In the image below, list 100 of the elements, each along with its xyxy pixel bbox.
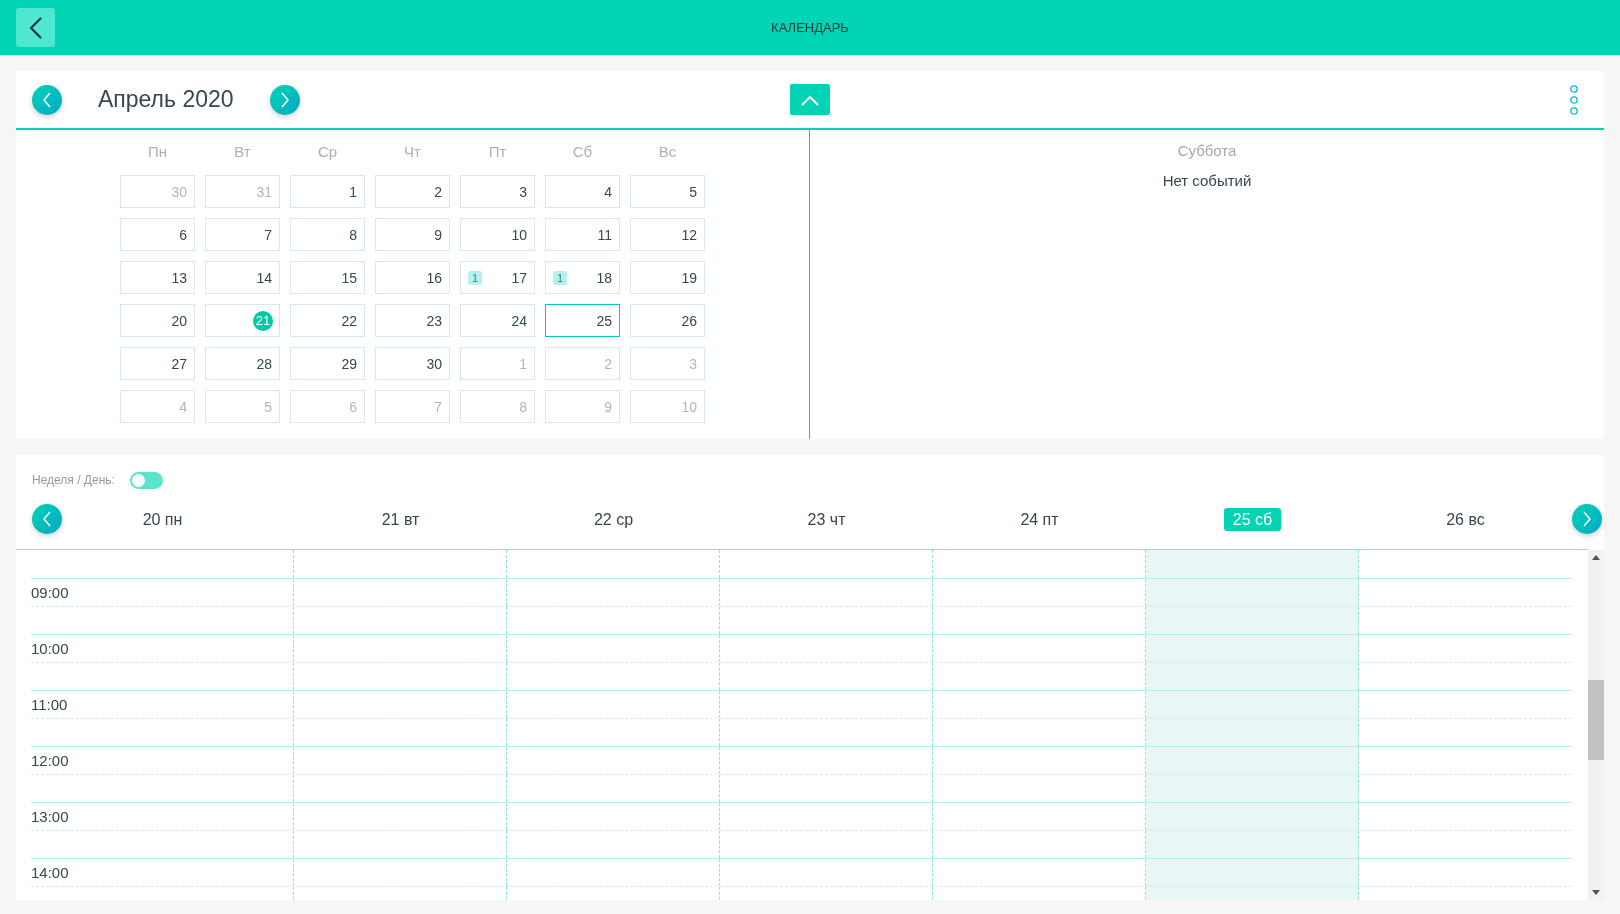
page-title: КАЛЕНДАРЬ [770, 20, 850, 35]
day-number: 7 [264, 226, 272, 243]
day-cell[interactable]: 6 [120, 218, 195, 251]
chevron-left-icon [42, 511, 52, 527]
day-cell[interactable]: 4 [545, 175, 620, 208]
time-label: 13:00 [31, 808, 69, 825]
day-header[interactable]: 21 вт [372, 507, 429, 531]
scrollbar[interactable] [1588, 550, 1604, 900]
time-label: 10:00 [31, 640, 69, 657]
day-header[interactable]: 24 пт [1011, 507, 1068, 531]
day-cell[interactable]: 30 [375, 347, 450, 380]
day-number: 13 [171, 269, 187, 286]
chevron-up-icon [800, 93, 820, 106]
more-icon[interactable] [1569, 84, 1579, 115]
event-count-badge: 1 [468, 270, 483, 285]
empty-message: Нет событий [1162, 172, 1252, 189]
day-number: 1 [519, 355, 527, 372]
back-button[interactable] [16, 8, 55, 47]
weekday-label: Чт [403, 142, 422, 162]
previous-week-button[interactable] [32, 504, 62, 534]
day-cell[interactable]: 26 [630, 304, 705, 337]
time-label: 09:00 [31, 584, 69, 601]
day-header[interactable]: 26 вс [1437, 507, 1494, 531]
day-cell[interactable]: 16 [375, 261, 450, 294]
weekday-label: Вс [657, 142, 678, 162]
day-cell[interactable]: 22 [290, 304, 365, 337]
next-week-button[interactable] [1572, 504, 1602, 534]
day-number: 3 [519, 183, 527, 200]
day-number: 14 [256, 269, 272, 286]
time-label: 11:00 [31, 696, 68, 713]
day-number: 27 [171, 355, 187, 372]
day-cell[interactable]: 23 [375, 304, 450, 337]
day-cell[interactable]: 29 [290, 347, 365, 380]
day-cell[interactable]: 12 [630, 218, 705, 251]
day-number: 2 [434, 183, 442, 200]
time-label: 12:00 [31, 752, 69, 769]
day-cell[interactable]: 3 [460, 175, 535, 208]
day-number: 4 [179, 398, 187, 415]
day-number: 6 [349, 398, 357, 415]
day-cell[interactable]: 8 [290, 218, 365, 251]
day-number: 18 [596, 269, 612, 286]
day-number: 25 [596, 312, 612, 329]
day-cell[interactable]: 14 [205, 261, 280, 294]
weekday-label: Ср [316, 142, 339, 162]
day-cell[interactable]: 27 [120, 347, 195, 380]
weekday-label: Пт [487, 142, 508, 162]
month-title: Апрель 2020 [98, 86, 234, 113]
day-cell[interactable]: 1 18 [545, 261, 620, 294]
day-number: 23 [426, 312, 442, 329]
day-cell[interactable]: 10 [460, 218, 535, 251]
weekday-label: Пн [146, 142, 169, 162]
day-cell[interactable]: 9 [375, 218, 450, 251]
toggle-switch[interactable] [129, 471, 163, 489]
day-number: 30 [426, 355, 442, 372]
day-cell[interactable]: 28 [205, 347, 280, 380]
day-cell[interactable]: 13 [120, 261, 195, 294]
collapse-button[interactable] [790, 84, 830, 115]
day-cell[interactable]: 24 [460, 304, 535, 337]
day-number: 5 [264, 398, 272, 415]
day-header[interactable]: 23 чт [798, 507, 855, 531]
day-header[interactable]: 20 пн [133, 507, 192, 531]
weekday-label: Сб [571, 142, 594, 162]
day-number: 9 [434, 226, 442, 243]
next-month-button[interactable] [269, 84, 300, 115]
day-cell[interactable]: 19 [630, 261, 705, 294]
chevron-left-icon [28, 16, 43, 39]
day-number: 6 [179, 226, 187, 243]
day-number: 29 [341, 355, 357, 372]
day-cell[interactable]: 20 [120, 304, 195, 337]
day-cell[interactable]: 5 [630, 175, 705, 208]
chevron-right-icon [279, 91, 290, 108]
day-number: 26 [681, 312, 697, 329]
day-number: 24 [511, 312, 527, 329]
day-cell[interactable]: 2 [375, 175, 450, 208]
day-number: 3 [689, 355, 697, 372]
day-number: 9 [604, 398, 612, 415]
weekday-heading: Суббота [1177, 142, 1237, 159]
day-number: 7 [434, 398, 442, 415]
day-cell[interactable]: 1 [290, 175, 365, 208]
day-number: 4 [604, 183, 612, 200]
day-cell[interactable]: 7 [205, 218, 280, 251]
day-number: 16 [426, 269, 442, 286]
day-number: 2 [604, 355, 612, 372]
day-header[interactable]: 22 ср [584, 507, 643, 531]
event-count-badge: 1 [553, 270, 568, 285]
day-number: 12 [681, 226, 697, 243]
day-cell[interactable]: 1 17 [460, 261, 535, 294]
day-number: 1 [349, 183, 357, 200]
day-number: 31 [256, 183, 272, 200]
day-cell[interactable]: 15 [290, 261, 365, 294]
day-number: 10 [681, 398, 697, 415]
chevron-left-icon [42, 91, 52, 108]
day-number: 10 [511, 226, 527, 243]
day-cell[interactable]: 25 [545, 304, 620, 337]
day-number: 22 [341, 312, 357, 329]
chevron-right-icon [1582, 511, 1592, 527]
today-marker: 21 [253, 310, 273, 331]
day-cell[interactable]: 11 [545, 218, 620, 251]
day-number: 30 [171, 183, 187, 200]
previous-month-button[interactable] [32, 84, 62, 115]
